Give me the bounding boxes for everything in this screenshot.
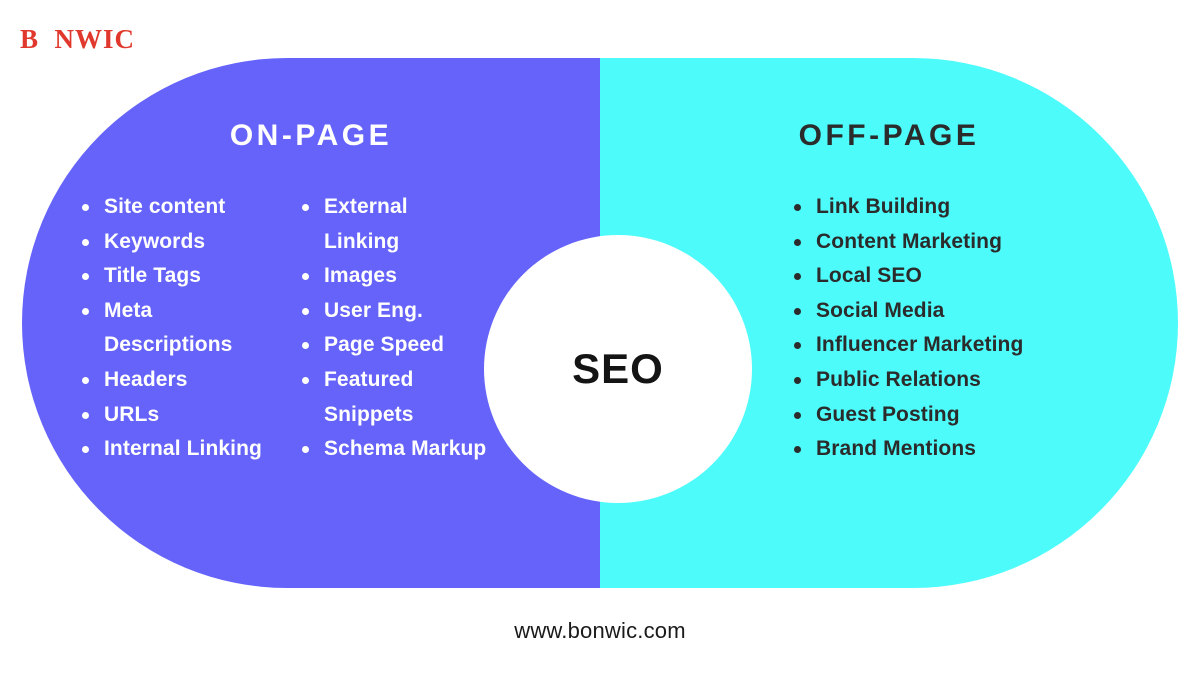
- seo-center-circle: SEO: [484, 235, 752, 503]
- off-page-list-column-1: Link Building Content Marketing Local SE…: [790, 190, 1050, 467]
- list-item: URLs: [78, 398, 274, 433]
- list-item: Keywords: [78, 225, 274, 260]
- off-page-columns: Link Building Content Marketing Local SE…: [790, 190, 1050, 467]
- list-item: Link Building: [790, 190, 1050, 225]
- on-page-columns: Site content Keywords Title Tags Meta De…: [78, 190, 488, 467]
- list-item: Brand Mentions: [790, 432, 1050, 467]
- list-item: External Linking: [298, 190, 488, 259]
- list-item: Content Marketing: [790, 225, 1050, 260]
- site-url: www.bonwic.com: [514, 618, 686, 643]
- list-item: Public Relations: [790, 363, 1050, 398]
- list-item: Guest Posting: [790, 398, 1050, 433]
- list-item: Local SEO: [790, 259, 1050, 294]
- list-item: Internal Linking: [78, 432, 274, 467]
- list-item: Site content: [78, 190, 274, 225]
- list-item: Featured Snippets: [298, 363, 488, 432]
- list-item: Title Tags: [78, 259, 274, 294]
- list-item: Headers: [78, 363, 274, 398]
- brand-logo: B NWIC: [20, 24, 136, 54]
- list-item: Meta Descriptions: [78, 294, 274, 363]
- list-item: Page Speed: [298, 328, 488, 363]
- list-item: Social Media: [790, 294, 1050, 329]
- off-page-heading: OFF-PAGE: [798, 119, 980, 152]
- on-page-heading: ON-PAGE: [229, 119, 393, 152]
- on-page-list-column-1: Site content Keywords Title Tags Meta De…: [78, 190, 274, 467]
- seo-center-label: SEO: [572, 345, 664, 392]
- list-item: User Eng.: [298, 294, 488, 329]
- list-item: Schema Markup: [298, 432, 488, 467]
- on-page-list-column-2: External Linking Images User Eng. Page S…: [298, 190, 488, 467]
- seo-venn-diagram: ON-PAGE Site content Keywords Title Tags…: [22, 58, 1178, 588]
- list-item: Images: [298, 259, 488, 294]
- list-item: Influencer Marketing: [790, 328, 1050, 363]
